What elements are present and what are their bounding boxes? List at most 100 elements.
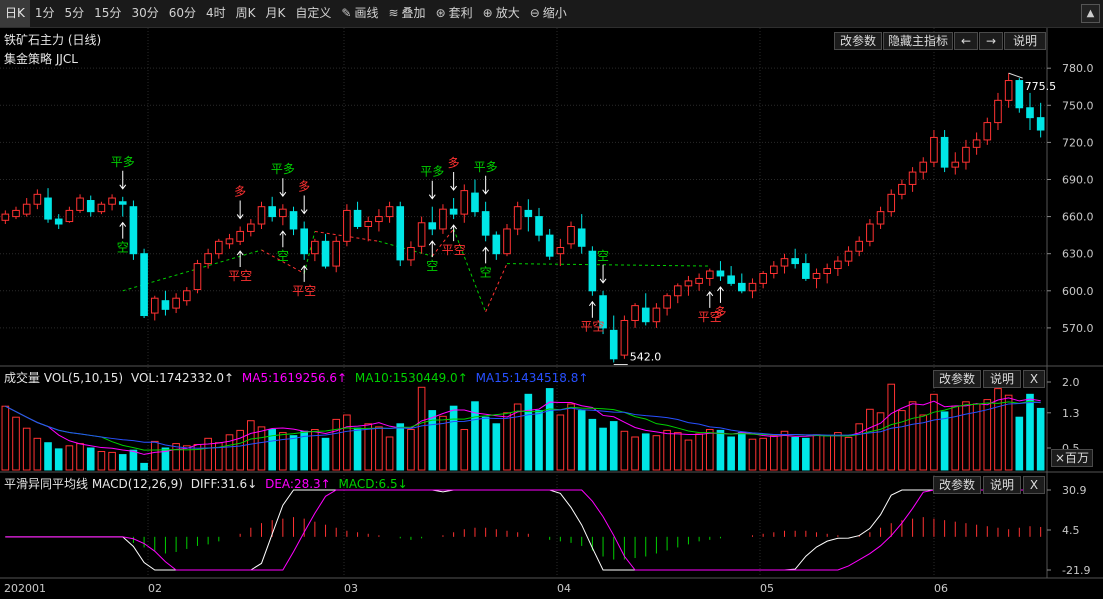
signal-label-空: 空 [277, 249, 289, 263]
candle-body [1026, 107, 1034, 119]
volume-tick-label: 1.3 [1062, 407, 1080, 420]
volume-bar [524, 393, 533, 471]
signal-arrow-up [450, 224, 458, 242]
signal-label-多: 多 [298, 180, 310, 194]
volume-bar [449, 405, 458, 471]
candle-body [940, 136, 949, 168]
candle-body [748, 282, 757, 292]
macd-indicator-header: 平滑异同平均线 MACD(12,26,9) DIFF:31.6↓ DEA:28.… [4, 475, 408, 492]
volume-bar [481, 416, 490, 471]
volume-bar [407, 429, 415, 471]
vol-params-button[interactable]: 改参数 [933, 370, 981, 388]
price-tick-label: 720.0 [1062, 136, 1094, 149]
candle-body [364, 221, 373, 227]
candle-body [140, 253, 148, 317]
candle-body [214, 240, 223, 255]
macd-diff-line [5, 489, 1041, 571]
signal-label-空: 空 [480, 265, 492, 279]
volume-bar [492, 423, 501, 471]
volume-bar [599, 427, 607, 471]
x-axis-label: 03 [344, 582, 358, 595]
candle-body [887, 193, 896, 213]
volume-bar [1015, 416, 1024, 471]
main-params-button[interactable]: 改参数 [834, 32, 882, 50]
candle-body [759, 272, 767, 284]
signal-label-空: 空 [426, 259, 438, 273]
vol-ma10-line [5, 400, 1041, 451]
main-help-button[interactable]: 说明 [1004, 32, 1046, 50]
candle-body [705, 270, 714, 279]
volume-bar [748, 438, 757, 471]
volume-bar [663, 429, 671, 471]
signal-arrow-down [279, 178, 287, 198]
candle-body [908, 171, 917, 185]
candle-body [236, 230, 244, 242]
volume-bar [737, 432, 746, 471]
x-axis-label: 05 [760, 582, 774, 595]
volume-bar [567, 403, 575, 471]
volume-bar [247, 420, 255, 471]
price-tick-label: 630.0 [1062, 248, 1094, 261]
candle-body [631, 305, 639, 321]
candle-body [76, 197, 84, 211]
candle-body [812, 272, 821, 279]
macd-params-button[interactable]: 改参数 [933, 476, 981, 494]
next-arrow-button[interactable]: → [979, 32, 1003, 50]
signal-label-空: 空 [597, 249, 609, 263]
volume-bar [503, 412, 511, 471]
signal-label-空: 空 [117, 241, 129, 255]
candle-body [118, 201, 127, 205]
macd-help-button[interactable]: 说明 [983, 476, 1021, 494]
candle-body [332, 240, 341, 267]
low-price-label: 542.0 [630, 351, 662, 364]
signal-label-平空: 平空 [580, 320, 604, 334]
candle-body [247, 223, 255, 232]
volume-bar [86, 447, 95, 471]
candle-body [449, 208, 458, 215]
volume-bar [908, 401, 917, 471]
macd-close-button[interactable]: X [1023, 476, 1045, 494]
volume-bar [353, 427, 362, 471]
volume-bar [343, 414, 351, 471]
candle-body [193, 263, 202, 291]
vol-help-button[interactable]: 说明 [983, 370, 1021, 388]
candle-body [311, 240, 319, 255]
volume-bar [140, 462, 148, 471]
macd-tick-label: -21.9 [1062, 564, 1090, 577]
volume-bar [289, 435, 298, 471]
chart-canvas[interactable]: 780.0 750.0 720.0 690.0 660.0 630.0 600.0 570.0… [0, 0, 1103, 599]
signal-arrow-up [119, 221, 127, 239]
candle-body [930, 136, 938, 163]
candle-body [375, 216, 383, 223]
volume-bar [396, 423, 405, 471]
candle-body [663, 295, 671, 309]
prev-arrow-button[interactable]: ← [954, 32, 978, 50]
candle-body [898, 183, 906, 195]
volume-bar [364, 423, 373, 471]
volume-bar [962, 401, 970, 471]
candle-body [428, 222, 437, 230]
macd-dea-value: DEA:28.3↑ [265, 477, 331, 491]
volume-bar [940, 411, 949, 471]
signal-arrow-down [599, 264, 607, 284]
volume-bar [439, 415, 447, 471]
volume-bar [684, 439, 693, 471]
candle-body [417, 222, 426, 247]
candle-body [343, 209, 351, 242]
volume-bar [834, 432, 842, 471]
signal-label-平多: 平多 [111, 155, 135, 169]
candle-body [129, 206, 138, 255]
candle-body [844, 250, 853, 262]
volume-bar [545, 388, 554, 471]
macd-diff-value: DIFF:31.6↓ [190, 477, 258, 491]
macd-indicator-label: 平滑异同平均线 MACD(12,26,9) [4, 477, 183, 491]
volume-bar [588, 418, 597, 471]
candle-body [802, 263, 810, 279]
price-tick-label: 690.0 [1062, 173, 1094, 186]
candle-body [780, 258, 789, 267]
price-tick-label: 780.0 [1062, 62, 1094, 75]
volume-bar [417, 386, 426, 471]
vol-ma5-value: MA5:1619256.6↑ [241, 371, 348, 385]
vol-close-button[interactable]: X [1023, 370, 1045, 388]
hide-main-indicator-button[interactable]: 隐藏主指标 [883, 32, 953, 50]
